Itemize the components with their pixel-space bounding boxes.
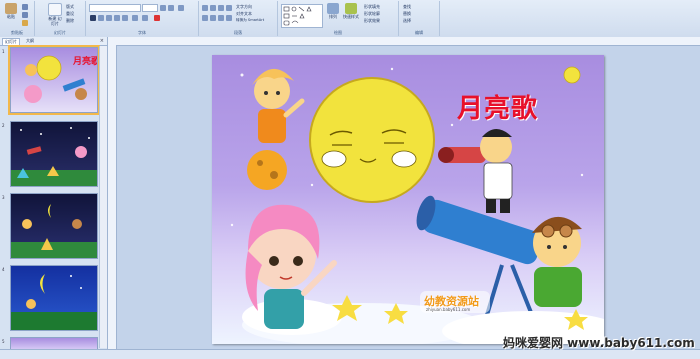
moon-face-illustration [309, 77, 435, 203]
editing-label: 编辑 [415, 30, 423, 35]
horizontal-ruler [108, 37, 700, 46]
text-direction-button[interactable]: 文字方向 [236, 4, 252, 9]
justify-icon[interactable] [226, 15, 232, 21]
align-right-icon[interactable] [218, 15, 224, 21]
underline-icon[interactable] [106, 15, 112, 21]
slide-2-preview [11, 127, 97, 186]
shapes-icon [283, 6, 312, 26]
slides-group: 新建 幻灯片 版式 重设 删除 幻灯片 [35, 1, 86, 36]
strikethrough-icon[interactable] [114, 15, 120, 21]
bullets-icon[interactable] [202, 5, 208, 11]
italic-icon[interactable] [98, 15, 104, 21]
slide-4-preview [11, 274, 97, 330]
cut-icon[interactable] [22, 4, 28, 10]
layout-button[interactable]: 版式 [66, 4, 74, 9]
slide-1-preview: 月亮歌 [24, 55, 97, 103]
boy-on-planet-illustration [247, 68, 305, 190]
clipboard-icon [5, 3, 17, 14]
char-spacing-icon[interactable] [132, 15, 138, 21]
slide-thumbnail-3[interactable] [10, 193, 98, 259]
numbering-icon[interactable] [210, 5, 216, 11]
shape-outline-button[interactable]: 形状轮廓 [364, 11, 380, 16]
logo-url: zhiyuan.baby611.com [426, 307, 471, 312]
slide-title[interactable]: 月亮歌 [457, 88, 538, 125]
increase-indent-icon[interactable] [226, 5, 232, 11]
boy-with-spyglass-illustration [438, 129, 513, 213]
drawing-group: 排列 快速样式 形状填充 形状轮廓 形状效果 绘图 [278, 1, 399, 36]
shape-fill-button[interactable]: 形状填充 [364, 4, 380, 9]
align-center-icon[interactable] [210, 15, 216, 21]
grow-font-icon[interactable] [160, 5, 166, 11]
svg-text:月亮歌: 月亮歌 [72, 55, 97, 67]
slides-label: 幻灯片 [54, 30, 66, 35]
slide-artwork [230, 66, 604, 344]
shapes-gallery[interactable] [281, 4, 323, 28]
shape-effects-button[interactable]: 形状效果 [364, 18, 380, 23]
format-painter-icon[interactable] [22, 20, 28, 26]
slide-thumbnail-1[interactable]: 月亮歌 [8, 45, 100, 115]
font-size-field[interactable] [142, 4, 158, 12]
paste-button[interactable]: 粘贴 [3, 3, 19, 27]
ribbon: 粘贴 剪贴板 新建 幻灯片 版式 重设 删除 幻灯片 字体 文字方向 对齐文本 … [0, 0, 700, 38]
paragraph-group: 文字方向 对齐文本 转换为 SmartArt 段落 [199, 1, 278, 36]
slide-number: 1 [2, 49, 5, 54]
slide-number: 3 [2, 195, 5, 200]
arrange-icon [327, 3, 339, 14]
slides-pane: 幻灯片 大纲 × 1 月亮歌 2 3 [0, 37, 108, 351]
quick-styles-button[interactable]: 快速样式 [343, 3, 359, 27]
shrink-font-icon[interactable] [168, 5, 174, 11]
boy-with-goggles-illustration [532, 216, 582, 307]
shadow-icon[interactable] [122, 15, 128, 21]
arrange-button[interactable]: 排列 [325, 3, 341, 27]
slide-thumbnail-2[interactable] [10, 121, 98, 187]
delete-button[interactable]: 删除 [66, 18, 74, 23]
new-slide-icon [48, 3, 62, 16]
font-name-field[interactable] [89, 4, 141, 12]
paragraph-label: 段落 [234, 30, 242, 35]
copy-icon[interactable] [22, 12, 28, 18]
align-text-button[interactable]: 对齐文本 [236, 11, 252, 16]
tab-outline[interactable]: 大纲 [24, 38, 36, 44]
font-color-icon[interactable] [154, 15, 160, 21]
slide-thumbnail-4[interactable] [10, 265, 98, 331]
close-icon[interactable]: × [100, 38, 104, 44]
drawing-label: 绘图 [334, 30, 342, 35]
slide-canvas[interactable]: 月亮歌 幼教资源站 zhiyuan.baby611.com [212, 55, 604, 344]
tab-slides[interactable]: 幻灯片 [2, 38, 20, 45]
pane-scrollbar[interactable] [99, 46, 107, 348]
find-button[interactable]: 查找 [403, 4, 411, 9]
font-group: 字体 [86, 1, 199, 36]
bold-icon[interactable] [90, 15, 96, 21]
align-left-icon[interactable] [202, 15, 208, 21]
editing-group: 查找 替换 选择 编辑 [399, 1, 440, 36]
replace-button[interactable]: 替换 [403, 11, 411, 16]
new-slide-button[interactable]: 新建 幻灯片 [47, 3, 63, 27]
select-button[interactable]: 选择 [403, 18, 411, 23]
slide-number: 2 [2, 123, 5, 128]
font-label: 字体 [138, 30, 146, 35]
slide-number: 5 [2, 339, 5, 344]
decrease-indent-icon[interactable] [218, 5, 224, 11]
slide-3-preview [11, 204, 97, 258]
vertical-ruler [108, 45, 117, 349]
smartart-button[interactable]: 转换为 SmartArt [236, 18, 264, 23]
reset-button[interactable]: 重设 [66, 11, 74, 16]
quick-styles-icon [345, 3, 357, 14]
change-case-icon[interactable] [142, 15, 148, 21]
slide-number: 4 [2, 267, 5, 272]
clear-format-icon[interactable] [178, 5, 184, 11]
clipboard-group: 粘贴 剪贴板 [0, 1, 35, 36]
pane-tabs: 幻灯片 大纲 × [0, 37, 107, 46]
watermark: 妈咪爱婴网 www.baby611.com [503, 336, 695, 350]
clipboard-label: 剪贴板 [11, 30, 23, 35]
